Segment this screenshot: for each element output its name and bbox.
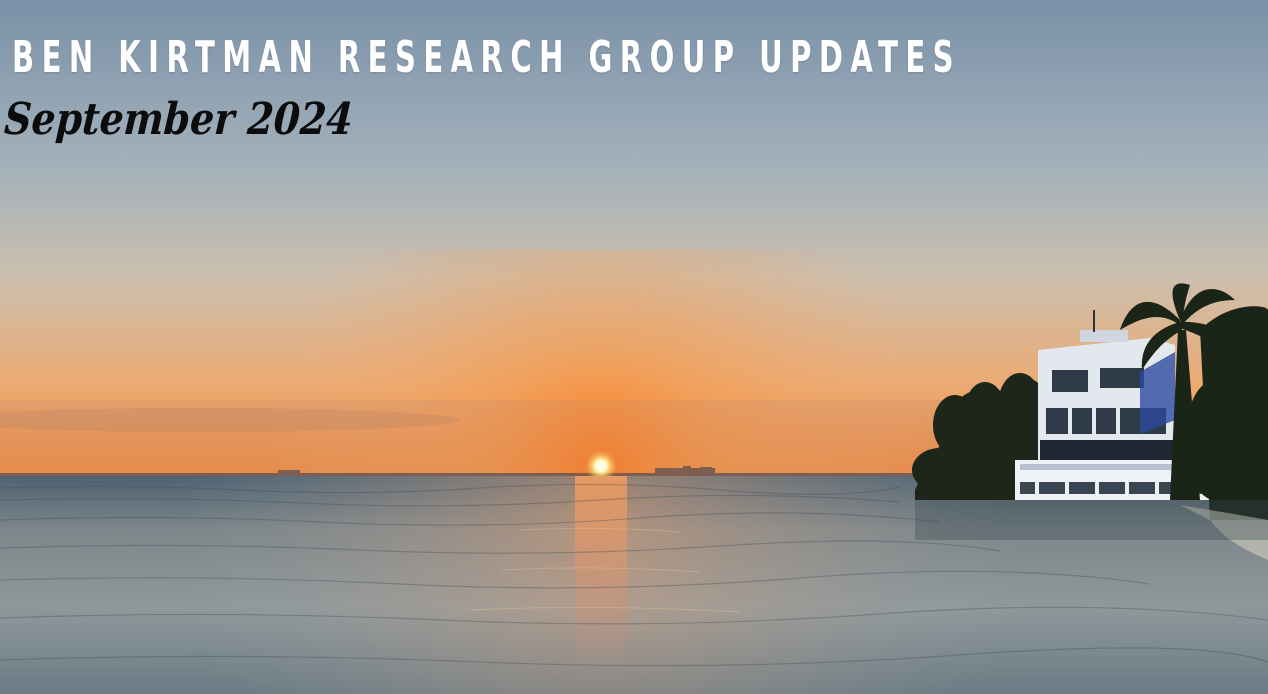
- newsletter-headline: BEN KIRTMAN RESEARCH GROUP UPDATES: [12, 32, 962, 83]
- newsletter-date: September 2024: [2, 94, 355, 145]
- sun-reflection: [575, 476, 627, 676]
- newsletter-banner: BEN KIRTMAN RESEARCH GROUP UPDATES Septe…: [0, 0, 1268, 694]
